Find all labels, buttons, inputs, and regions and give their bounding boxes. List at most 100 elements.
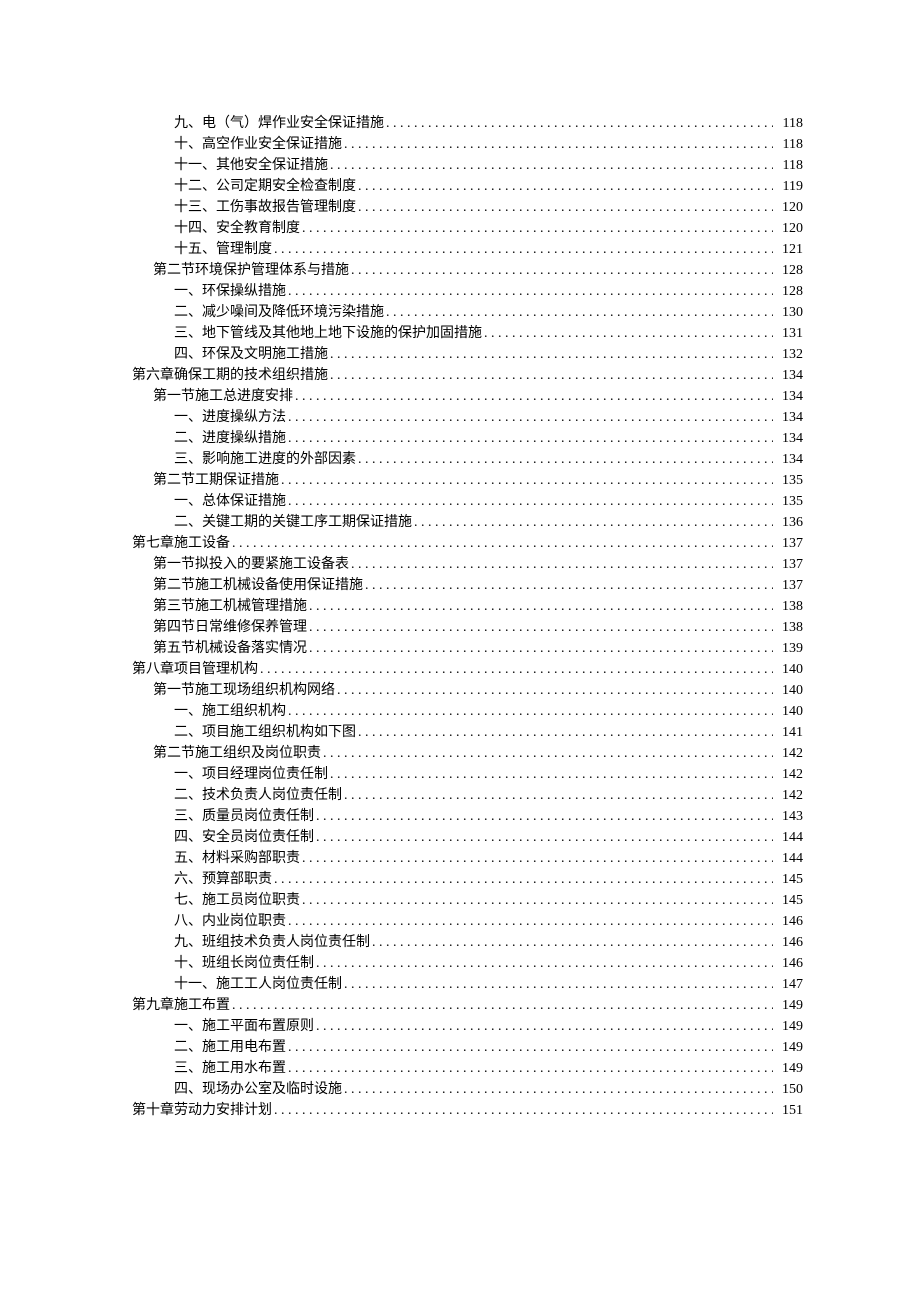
toc-leader-dots (232, 533, 773, 547)
toc-leader-dots (344, 1079, 773, 1093)
toc-label: 第九章施工布置 (132, 995, 230, 1016)
toc-label: 二、进度操纵措施 (174, 428, 286, 449)
toc-page-number: 150 (775, 1079, 803, 1100)
toc-leader-dots (274, 239, 773, 253)
toc-leader-dots (309, 596, 773, 610)
toc-page-number: 118 (775, 134, 803, 155)
toc-label: 第三节施工机械管理措施 (153, 596, 307, 617)
toc-page-number: 149 (775, 1058, 803, 1079)
toc-entry: 第一节施工现场组织机构网络 140 (132, 680, 803, 701)
toc-leader-dots (344, 134, 773, 148)
toc-label: 四、安全员岗位责任制 (174, 827, 314, 848)
toc-label: 五、材料采购部职责 (174, 848, 300, 869)
toc-label: 第六章确保工期的技术组织措施 (132, 365, 328, 386)
toc-label: 二、减少噪间及降低环境污染措施 (174, 302, 384, 323)
toc-entry: 三、施工用水布置 149 (132, 1058, 803, 1079)
toc-page-number: 132 (775, 344, 803, 365)
toc-page-number: 141 (775, 722, 803, 743)
toc-page-number: 146 (775, 932, 803, 953)
toc-leader-dots (358, 197, 773, 211)
toc-page-number: 135 (775, 491, 803, 512)
toc-label: 十二、公司定期安全检查制度 (174, 176, 356, 197)
toc-label: 三、质量员岗位责任制 (174, 806, 314, 827)
toc-leader-dots (351, 260, 773, 274)
toc-entry: 第十章劳动力安排计划 151 (132, 1100, 803, 1121)
toc-page-number: 140 (775, 680, 803, 701)
toc-entry: 四、现场办公室及临时设施 150 (132, 1079, 803, 1100)
toc-leader-dots (288, 1037, 773, 1051)
toc-entry: 十一、其他安全保证措施118 (132, 155, 803, 176)
toc-label: 一、施工组织机构 (174, 701, 286, 722)
toc-entry: 二、关键工期的关键工序工期保证措施136 (132, 512, 803, 533)
toc-page-number: 149 (775, 995, 803, 1016)
toc-page-number: 119 (775, 176, 803, 197)
toc-leader-dots (351, 554, 773, 568)
table-of-contents: 九、电（气）焊作业安全保证措施118十、高空作业安全保证措施118十一、其他安全… (132, 113, 803, 1121)
toc-page-number: 130 (775, 302, 803, 323)
toc-label: 九、电（气）焊作业安全保证措施 (174, 113, 384, 134)
toc-page-number: 135 (775, 470, 803, 491)
toc-page-number: 145 (775, 890, 803, 911)
toc-entry: 第一节施工总进度安排 134 (132, 386, 803, 407)
toc-page-number: 136 (775, 512, 803, 533)
toc-leader-dots (302, 890, 773, 904)
toc-entry: 十三、工伤事故报告管理制度120 (132, 197, 803, 218)
toc-page-number: 149 (775, 1016, 803, 1037)
toc-entry: 八、内业岗位职责146 (132, 911, 803, 932)
toc-page-number: 120 (775, 218, 803, 239)
toc-entry: 一、施工平面布置原则149 (132, 1016, 803, 1037)
toc-entry: 第七章施工设备 137 (132, 533, 803, 554)
toc-entry: 第一节拟投入的要紧施工设备表 137 (132, 554, 803, 575)
toc-leader-dots (302, 848, 773, 862)
toc-page-number: 137 (775, 575, 803, 596)
toc-label: 十一、施工工人岗位责任制 (174, 974, 342, 995)
toc-label: 第二节施工组织及岗位职责 (153, 743, 321, 764)
toc-leader-dots (372, 932, 773, 946)
toc-label: 第十章劳动力安排计划 (132, 1100, 272, 1121)
toc-label: 十五、管理制度 (174, 239, 272, 260)
toc-page-number: 146 (775, 953, 803, 974)
toc-leader-dots (316, 806, 773, 820)
toc-entry: 二、技术负责人岗位责任制142 (132, 785, 803, 806)
toc-entry: 二、项目施工组织机构如下图141 (132, 722, 803, 743)
toc-page-number: 145 (775, 869, 803, 890)
toc-label: 八、内业岗位职责 (174, 911, 286, 932)
toc-entry: 二、减少噪间及降低环境污染措施 130 (132, 302, 803, 323)
toc-page-number: 142 (775, 743, 803, 764)
toc-entry: 九、电（气）焊作业安全保证措施 118 (132, 113, 803, 134)
toc-entry: 第八章项目管理机构 140 (132, 659, 803, 680)
toc-entry: 三、影响施工进度的外部因素 134 (132, 449, 803, 470)
toc-leader-dots (484, 323, 773, 337)
toc-page-number: 134 (775, 428, 803, 449)
toc-label: 第七章施工设备 (132, 533, 230, 554)
toc-label: 第一节施工总进度安排 (153, 386, 293, 407)
toc-leader-dots (330, 365, 773, 379)
toc-label: 十三、工伤事故报告管理制度 (174, 197, 356, 218)
toc-leader-dots (288, 1058, 773, 1072)
toc-entry: 十四、安全教育制度120 (132, 218, 803, 239)
toc-entry: 七、施工员岗位职责145 (132, 890, 803, 911)
toc-label: 三、地下管线及其他地上地下设施的保护加固措施 (174, 323, 482, 344)
toc-entry: 十一、施工工人岗位责任制147 (132, 974, 803, 995)
toc-label: 十、班组长岗位责任制 (174, 953, 314, 974)
toc-label: 六、预算部职责 (174, 869, 272, 890)
toc-page-number: 139 (775, 638, 803, 659)
toc-entry: 二、施工用电布置149 (132, 1037, 803, 1058)
toc-leader-dots (316, 1016, 773, 1030)
toc-page-number: 131 (775, 323, 803, 344)
toc-page-number: 149 (775, 1037, 803, 1058)
toc-leader-dots (323, 743, 773, 757)
toc-label: 一、总体保证措施 (174, 491, 286, 512)
toc-page-number: 137 (775, 554, 803, 575)
toc-entry: 一、进度操纵方法134 (132, 407, 803, 428)
toc-label: 第四节日常维修保养管理 (153, 617, 307, 638)
toc-leader-dots (358, 722, 773, 736)
toc-leader-dots (358, 449, 773, 463)
toc-page-number: 151 (775, 1100, 803, 1121)
toc-page-number: 118 (775, 113, 803, 134)
toc-label: 三、施工用水布置 (174, 1058, 286, 1079)
toc-leader-dots (281, 470, 773, 484)
toc-label: 第一节拟投入的要紧施工设备表 (153, 554, 349, 575)
toc-entry: 第二节工期保证措施 135 (132, 470, 803, 491)
toc-entry: 三、质量员岗位责任制143 (132, 806, 803, 827)
